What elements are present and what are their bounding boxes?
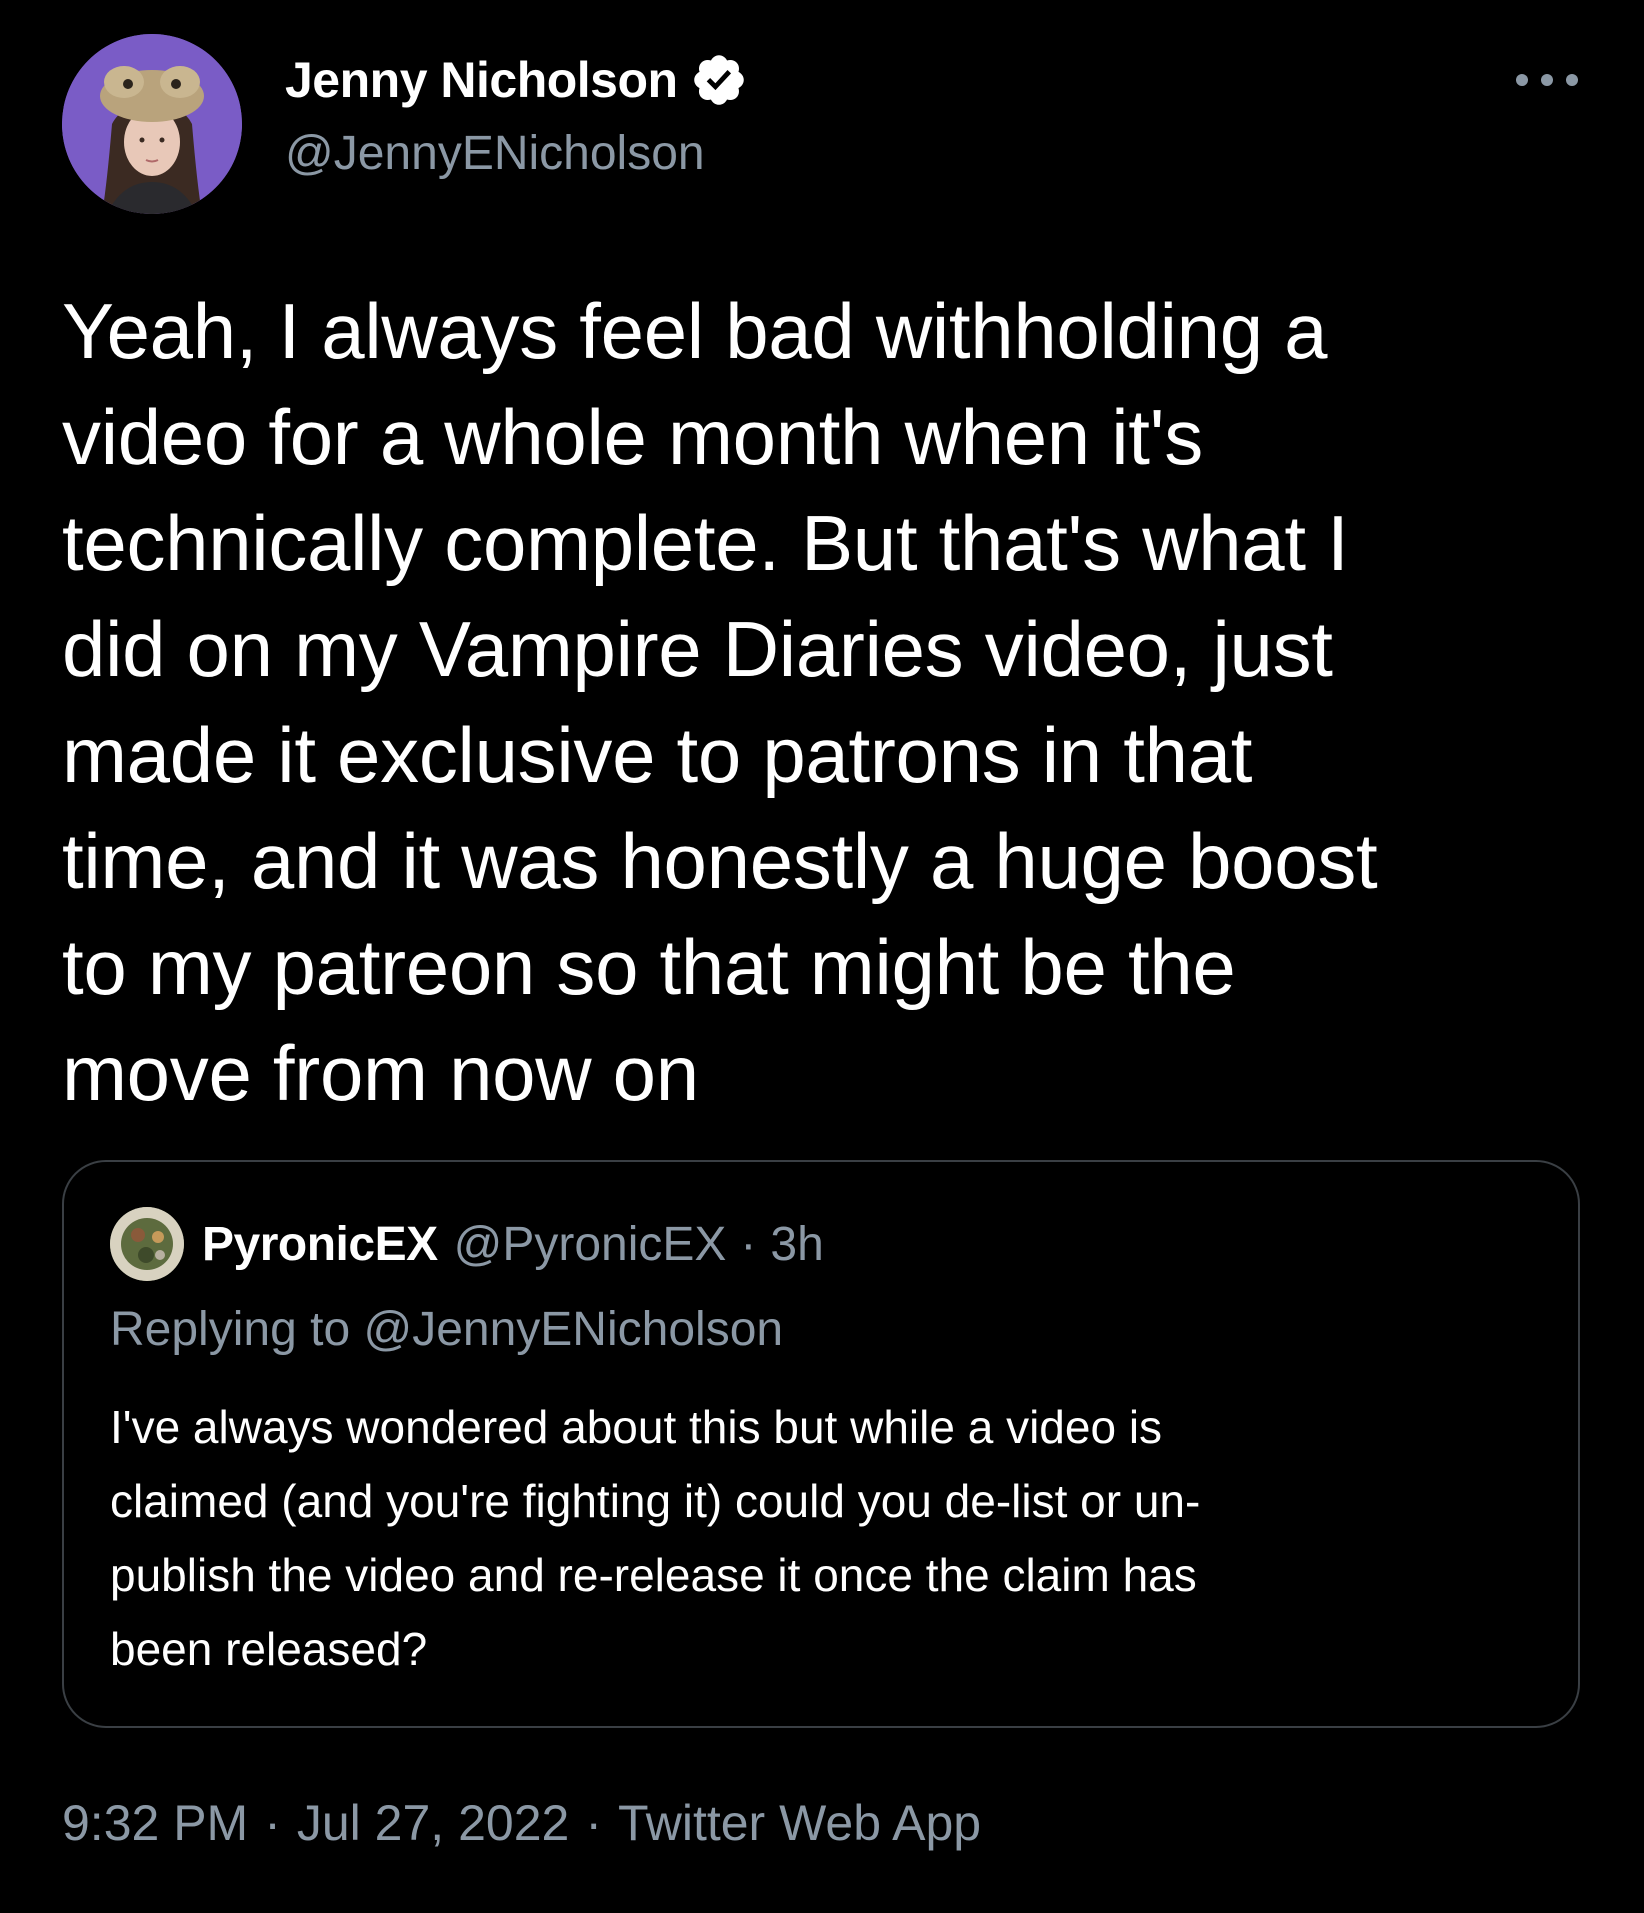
tweet-source[interactable]: Twitter Web App bbox=[618, 1794, 981, 1852]
quoted-text-line: been released? bbox=[110, 1623, 428, 1675]
more-dot bbox=[1541, 74, 1553, 86]
author-avatar[interactable] bbox=[62, 34, 242, 214]
more-dot bbox=[1566, 74, 1578, 86]
quoted-text-line: publish the video and re-release it once… bbox=[110, 1549, 1197, 1601]
quoted-author-handle[interactable]: @PyronicEX bbox=[454, 1217, 727, 1272]
separator-dot: · bbox=[740, 1217, 757, 1271]
tweet-text: Yeah, I always feel bad withholding a vi… bbox=[62, 278, 1562, 1126]
quoted-text-line: I've always wondered about this but whil… bbox=[110, 1401, 1163, 1453]
tweet-text-line: did on my Vampire Diaries video, just bbox=[62, 605, 1333, 693]
replying-to: Replying to @JennyENicholson bbox=[110, 1303, 784, 1356]
quoted-text-line: claimed (and you're fighting it) could y… bbox=[110, 1475, 1201, 1527]
tweet-date[interactable]: Jul 27, 2022 bbox=[297, 1794, 569, 1852]
author-name[interactable]: Jenny Nicholson bbox=[285, 51, 678, 109]
quoted-author-name[interactable]: PyronicEX bbox=[202, 1217, 438, 1272]
tweet-text-line: Yeah, I always feel bad withholding a bbox=[62, 287, 1328, 375]
author-handle[interactable]: @JennyENicholson bbox=[285, 126, 705, 181]
tweet-text-line: move from now on bbox=[62, 1029, 699, 1117]
quoted-tweet-text: I've always wondered about this but whil… bbox=[110, 1390, 1530, 1686]
quoted-tweet-header: PyronicEX @PyronicEX · 3h bbox=[110, 1206, 824, 1282]
tweet-text-line: technically complete. But that's what I bbox=[62, 499, 1349, 587]
quoted-tweet-card[interactable]: PyronicEX @PyronicEX · 3h Replying to @J… bbox=[62, 1160, 1580, 1728]
more-dot bbox=[1516, 74, 1528, 86]
separator-dot: · bbox=[264, 1795, 281, 1851]
tweet-text-line: video for a whole month when it's bbox=[62, 393, 1203, 481]
quoted-tweet-time[interactable]: 3h bbox=[770, 1217, 823, 1272]
tweet-text-line: made it exclusive to patrons in that bbox=[62, 711, 1253, 799]
verified-badge-icon bbox=[690, 51, 748, 109]
more-options-icon[interactable] bbox=[1516, 60, 1578, 100]
tweet-time[interactable]: 9:32 PM bbox=[62, 1794, 248, 1852]
quoted-author-avatar[interactable] bbox=[110, 1207, 184, 1281]
tweet-meta: 9:32 PM · Jul 27, 2022 · Twitter Web App bbox=[62, 1794, 981, 1852]
tweet-text-line: time, and it was honestly a huge boost bbox=[62, 817, 1378, 905]
tweet: Jenny Nicholson @JennyENicholson Yeah, I… bbox=[0, 0, 1644, 1913]
separator-dot: · bbox=[585, 1795, 602, 1851]
author-name-row: Jenny Nicholson bbox=[285, 50, 748, 110]
tweet-text-line: to my patreon so that might be the bbox=[62, 923, 1236, 1011]
